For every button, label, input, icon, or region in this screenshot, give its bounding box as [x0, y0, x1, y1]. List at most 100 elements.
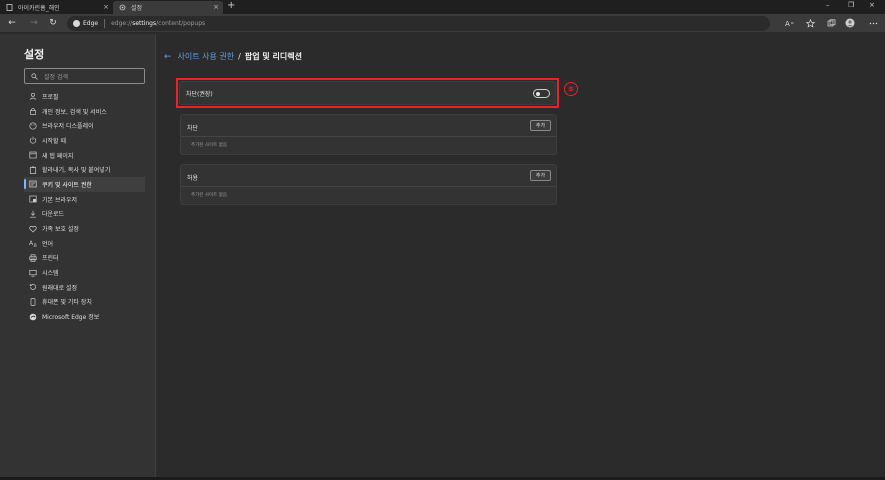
sidebar-item[interactable]: 원래대로 설정 [24, 280, 145, 295]
sidebar-item-label: 할라내기, 복사 및 붙여넣기 [42, 167, 111, 175]
avatar[interactable] [845, 18, 855, 28]
sidebar-item-label: 개인 정보, 검색 및 서비스 [42, 108, 107, 116]
gear-icon [119, 4, 126, 11]
close-window-button[interactable]: × [869, 1, 875, 9]
sidebar-item[interactable]: 가족 보호 설정 [24, 221, 145, 236]
sidebar-item-label: Microsoft Edge 정보 [42, 314, 100, 322]
clipboard-icon [29, 166, 37, 174]
sidebar-item[interactable]: 쿠키 및 사이트 권한 [24, 177, 145, 192]
family-icon [29, 225, 37, 233]
breadcrumb-separator: / [238, 52, 241, 61]
tab-settings[interactable]: 설정 × [113, 1, 223, 14]
sidebar-item[interactable]: 프린터 [24, 251, 145, 266]
breadcrumb: ← 사이트 사용 권한 / 팝업 및 리디렉션 [164, 51, 302, 62]
restore-button[interactable]: ❐ [848, 1, 854, 9]
sidebar-item-label: 브라우저 디스플레이 [42, 123, 94, 131]
card-divider [181, 186, 556, 187]
system-icon [29, 269, 37, 277]
collections-icon[interactable] [826, 18, 836, 28]
card-divider [181, 136, 556, 137]
close-tab-icon[interactable]: × [103, 3, 109, 11]
reset-icon [29, 283, 37, 291]
annotation-highlight-box [176, 78, 559, 108]
phone-icon [29, 298, 37, 306]
sidebar-item[interactable]: 새 탭 페이지 [24, 148, 145, 163]
settings-sidebar: 설정 설정 검색 프로필 개인 정보, 검색 및 서비스 브라우저 디스플레이 시작할… [0, 34, 156, 480]
svg-text:あ: あ [33, 243, 37, 248]
back-arrow-icon[interactable]: ← [164, 52, 172, 62]
url-path: /content/popups [156, 20, 206, 27]
block-list-card: 차단 추가 추가된 사이트 없음 [180, 114, 557, 155]
sidebar-item-label: 시작할 때 [42, 137, 66, 145]
sidebar-item-label: 원래대로 설정 [42, 284, 78, 292]
add-block-site-button[interactable]: 추가 [530, 120, 551, 131]
sidebar-item[interactable]: 할라내기, 복사 및 붙여넣기 [24, 162, 145, 177]
browser-icon [29, 195, 37, 203]
allow-list-card: 허용 추가 추가된 사이트 없음 [180, 164, 557, 205]
lock-icon [29, 107, 37, 115]
sidebar-item-label: 새 탭 페이지 [42, 152, 74, 160]
page-icon [6, 4, 13, 11]
address-bar[interactable]: Edge edge:// settings /content/popups [67, 16, 770, 31]
profile-icon [29, 92, 37, 101]
sidebar-item[interactable]: 개인 정보, 검색 및 서비스 [24, 104, 145, 119]
edge-label: Edge [83, 20, 99, 27]
sidebar-item-label: 시스템 [42, 270, 59, 278]
language-icon: Aあ [29, 239, 37, 247]
search-icon [31, 72, 38, 80]
sidebar-item[interactable]: 시스템 [24, 265, 145, 280]
sidebar-item[interactable]: 브라우저 디스플레이 [24, 118, 145, 133]
annotation-number: ⑤ [564, 82, 578, 96]
search-input[interactable]: 설정 검색 [24, 68, 145, 84]
sidebar-item[interactable]: 기본 브라우저 [24, 192, 145, 207]
forward-button[interactable]: → [28, 17, 40, 29]
back-button[interactable]: ← [6, 17, 18, 29]
page-title: 팝업 및 리디렉션 [244, 52, 302, 61]
search-placeholder: 설정 검색 [44, 73, 68, 81]
more-menu-icon[interactable] [868, 18, 878, 28]
allow-list-header: 허용 [187, 175, 199, 182]
sidebar-nav: 프로필개인 정보, 검색 및 서비스브라우저 디스플레이시작할 때새 탭 페이지… [24, 89, 145, 324]
url-scheme: edge:// [111, 20, 133, 27]
edge-icon [29, 313, 37, 321]
tab-title: 아이카린홈_해인 [18, 5, 60, 12]
tab-strip: 아이카린홈_해인 × 설정 × + – ❐ × [0, 0, 885, 14]
settings-content: ← 사이트 사용 권한 / 팝업 및 리디렉션 차단(권장) ⑤ 차단 추가 추… [157, 34, 885, 480]
cookie-icon [29, 180, 37, 188]
new-tab-button[interactable]: + [227, 0, 235, 11]
sidebar-item-label: 다운로드 [42, 211, 65, 219]
edge-logo-icon [73, 20, 80, 27]
palette-icon [29, 122, 37, 130]
sidebar-item[interactable]: A あ 언어 [24, 236, 145, 251]
sidebar-item[interactable]: 프로필 [24, 89, 145, 104]
download-icon [29, 210, 37, 218]
sidebar-item-label: 기본 브라우저 [42, 196, 78, 204]
url-host: settings [132, 20, 157, 27]
sidebar-item-label: 프린터 [42, 255, 59, 263]
breadcrumb-site-permissions[interactable]: 사이트 사용 권한 [178, 51, 235, 62]
block-list-header: 차단 [187, 125, 199, 132]
svg-text:A: A [785, 20, 790, 28]
sidebar-item-label: 휴대폰 및 기타 장치 [42, 299, 92, 307]
sidebar-item-label: 언어 [42, 240, 54, 248]
read-aloud-icon[interactable]: A [784, 18, 794, 28]
sidebar-item-label: 가족 보호 설정 [42, 226, 79, 234]
sidebar-item[interactable]: 다운로드 [24, 207, 145, 222]
sidebar-item[interactable]: 휴대폰 및 기타 장치 [24, 295, 145, 310]
sidebar-item[interactable]: Microsoft Edge 정보 [24, 309, 145, 324]
address-divider [104, 19, 106, 28]
power-icon [29, 136, 37, 144]
printer-icon [29, 254, 37, 262]
sidebar-item-label: 프로필 [42, 93, 59, 101]
sidebar-item[interactable]: 시작할 때 [24, 133, 145, 148]
allow-empty-text: 추가된 사이트 없음 [191, 193, 227, 198]
browser-toolbar: ← → ↻ Edge edge:// settings /content/pop… [0, 14, 885, 33]
newtab-icon [29, 151, 37, 159]
favorites-icon[interactable] [805, 18, 815, 28]
minimize-button[interactable]: – [826, 1, 830, 9]
tab-home[interactable]: 아이카린홈_해인 × [0, 1, 113, 14]
refresh-button[interactable]: ↻ [47, 17, 59, 29]
tab-title: 설정 [131, 5, 143, 12]
close-tab-icon[interactable]: × [213, 3, 219, 11]
add-allow-site-button[interactable]: 추가 [530, 170, 551, 181]
